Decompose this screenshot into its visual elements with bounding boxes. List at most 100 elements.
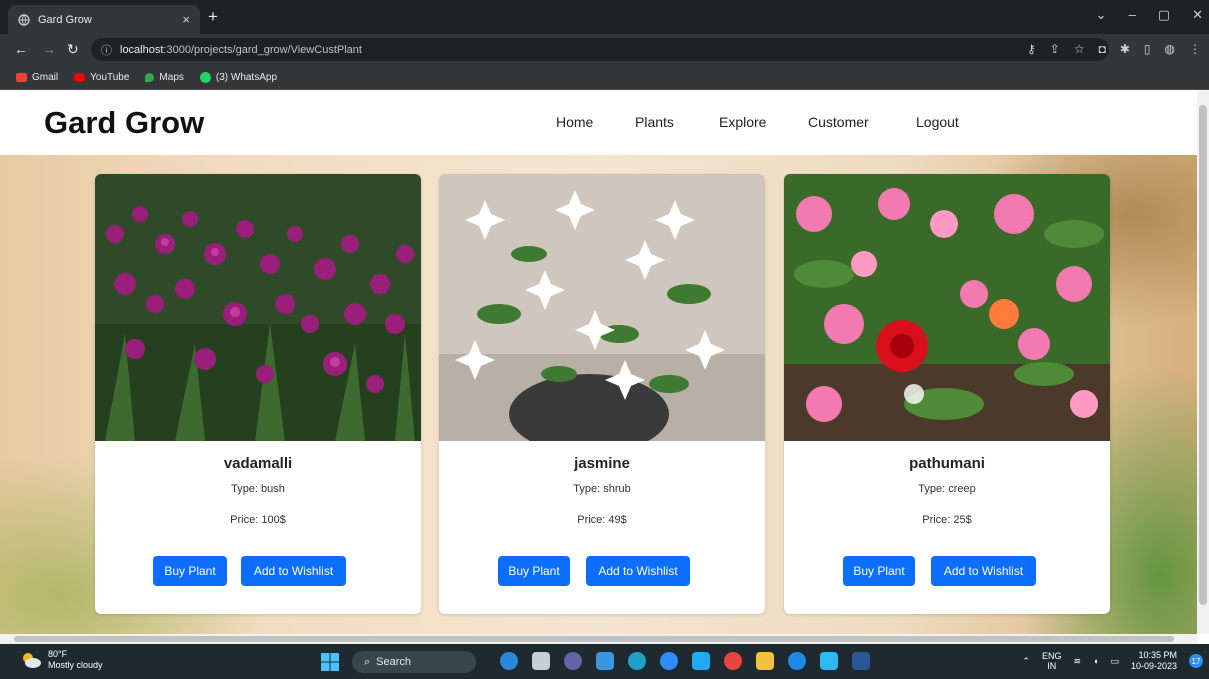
minimize-icon[interactable]: – <box>1129 7 1136 23</box>
extension-icon[interactable]: ◘ <box>1099 42 1106 56</box>
volume-icon[interactable]: ◖ <box>1093 656 1098 666</box>
file-explorer-icon[interactable] <box>756 652 774 670</box>
weather-widget[interactable]: 80°F Mostly cloudy <box>20 649 103 671</box>
window-controls: ⌄ – ▢ ✕ <box>1096 7 1203 23</box>
puzzle-icon[interactable]: ✱ <box>1120 42 1130 56</box>
star-icon[interactable]: ☆ <box>1074 42 1085 56</box>
globe-icon <box>18 13 30 26</box>
product-type: Type: shrub <box>573 483 631 495</box>
share-icon[interactable]: ⇪ <box>1050 42 1060 56</box>
nav-logout[interactable]: Logout <box>916 114 959 130</box>
buy-plant-button[interactable]: Buy Plant <box>843 556 915 586</box>
task-view-icon[interactable] <box>532 652 550 670</box>
language-indicator[interactable]: ENG IN <box>1042 651 1062 671</box>
add-to-wishlist-button[interactable]: Add to Wishlist <box>241 556 346 586</box>
product-name: vadamalli <box>223 455 293 472</box>
horizontal-scrollbar[interactable] <box>0 634 1197 644</box>
teams-icon[interactable] <box>564 652 582 670</box>
bookmark-gmail[interactable]: Gmail <box>16 72 58 83</box>
bookmarks-bar: Gmail YouTube Maps (3) WhatsApp <box>0 65 1209 90</box>
product-price: Price: 49$ <box>577 514 627 526</box>
photos-icon[interactable] <box>596 652 614 670</box>
product-name: jasmine <box>574 455 630 472</box>
nav-plants[interactable]: Plants <box>635 114 674 130</box>
edge-icon[interactable] <box>628 652 646 670</box>
clock[interactable]: 10:35 PM 10-09-2023 <box>1131 650 1177 672</box>
tab-search-icon[interactable]: ⌄ <box>1096 7 1107 23</box>
menu-icon[interactable]: ⋮ <box>1189 42 1201 56</box>
plants-section: vadamalli Type: bush Price: 100$ Buy Pla… <box>0 155 1197 634</box>
close-window-icon[interactable]: ✕ <box>1192 7 1203 23</box>
add-to-wishlist-button[interactable]: Add to Wishlist <box>931 556 1036 586</box>
product-name: pathumani <box>909 455 985 472</box>
windows-start-icon[interactable] <box>321 653 339 671</box>
url-input[interactable]: ⓘ localhost:3000/projects/gard_grow/View… <box>91 38 1109 61</box>
taskbar-apps <box>500 652 870 670</box>
product-price: Price: 100$ <box>230 514 286 526</box>
bookmark-whatsapp[interactable]: (3) WhatsApp <box>199 71 277 83</box>
system-tray: ⌃ ENG IN ≋ ◖ ▭ 10:35 PM 10-09-2023 17 <box>1022 650 1203 672</box>
product-card: pathumani Type: creep Price: 25$ Buy Pla… <box>784 174 1110 614</box>
back-arrow-icon[interactable]: ← <box>14 41 28 57</box>
skype-icon[interactable] <box>788 652 806 670</box>
zoom-icon[interactable] <box>660 652 678 670</box>
search-label: Search <box>376 656 412 668</box>
gmail-icon <box>16 72 27 82</box>
product-image <box>95 174 421 441</box>
chrome-icon[interactable] <box>724 652 742 670</box>
cloud-sun-icon <box>23 653 41 668</box>
url-host: localhost <box>120 43 164 56</box>
address-bar: ← → ↻ ⓘ localhost:3000/projects/gard_gro… <box>0 34 1209 65</box>
sidepanel-icon[interactable]: ▯ <box>1144 42 1151 56</box>
youtube-icon <box>74 72 86 82</box>
nav-links: Home Plants Explore Customer Logout <box>497 114 1197 134</box>
vscode-icon[interactable] <box>692 652 710 670</box>
bookmark-maps[interactable]: Maps <box>145 72 184 83</box>
product-price: Price: 25$ <box>922 514 972 526</box>
vertical-scrollbar[interactable] <box>1197 91 1209 634</box>
info-icon[interactable]: ⓘ <box>101 42 112 58</box>
browser-tab-bar: Gard Grow × + ⌄ – ▢ ✕ <box>0 0 1209 34</box>
site-brand[interactable]: Gard Grow <box>44 105 204 141</box>
maximize-icon[interactable]: ▢ <box>1158 7 1170 23</box>
maps-icon <box>145 72 155 82</box>
product-card: vadamalli Type: bush Price: 100$ Buy Pla… <box>95 174 421 614</box>
taskbar-search[interactable]: ⌕ Search <box>352 651 476 673</box>
copilot-icon[interactable] <box>500 652 518 670</box>
buy-plant-button[interactable]: Buy Plant <box>498 556 570 586</box>
product-image <box>784 174 1110 441</box>
tab-title: Gard Grow <box>38 13 92 26</box>
weather-desc: Mostly cloudy <box>48 660 103 670</box>
nav-customer[interactable]: Customer <box>808 114 869 130</box>
forward-arrow-icon[interactable]: → <box>42 41 56 57</box>
search-icon: ⌕ <box>364 655 371 668</box>
url-path: :3000/projects/gard_grow/ViewCustPlant <box>163 43 362 56</box>
page-viewport: Gard Grow Home Plants Explore Customer L… <box>0 91 1209 634</box>
whatsapp-icon <box>199 71 211 83</box>
buy-plant-button[interactable]: Buy Plant <box>153 556 227 586</box>
extension-icons: ⚷ ⇪ ☆ ◘ ✱ ▯ ◍ ⋮ <box>1027 42 1201 56</box>
profile-icon[interactable]: ◍ <box>1165 42 1175 56</box>
battery-icon[interactable]: ▭ <box>1110 656 1119 667</box>
notification-badge[interactable]: 17 <box>1189 654 1203 668</box>
word-icon[interactable] <box>852 652 870 670</box>
product-type: Type: bush <box>231 483 285 495</box>
scrollbar-thumb[interactable] <box>14 636 1174 642</box>
nav-explore[interactable]: Explore <box>719 114 766 130</box>
close-tab-icon[interactable]: × <box>182 12 190 27</box>
browser-tab[interactable]: Gard Grow × <box>8 5 200 34</box>
wifi-icon[interactable]: ≋ <box>1073 656 1081 667</box>
product-image <box>439 174 765 441</box>
bookmark-youtube[interactable]: YouTube <box>74 72 129 83</box>
product-card: jasmine Type: shrub Price: 49$ Buy Plant… <box>439 174 765 614</box>
chevron-up-icon[interactable]: ⌃ <box>1022 656 1030 667</box>
notepad-icon[interactable] <box>820 652 838 670</box>
product-type: Type: creep <box>918 483 976 495</box>
reload-icon[interactable]: ↻ <box>67 41 79 58</box>
new-tab-button[interactable]: + <box>208 7 218 27</box>
add-to-wishlist-button[interactable]: Add to Wishlist <box>586 556 690 586</box>
scrollbar-thumb[interactable] <box>1199 105 1207 605</box>
key-icon[interactable]: ⚷ <box>1027 42 1036 56</box>
site-navbar: Gard Grow Home Plants Explore Customer L… <box>0 91 1197 155</box>
nav-home[interactable]: Home <box>556 114 593 130</box>
